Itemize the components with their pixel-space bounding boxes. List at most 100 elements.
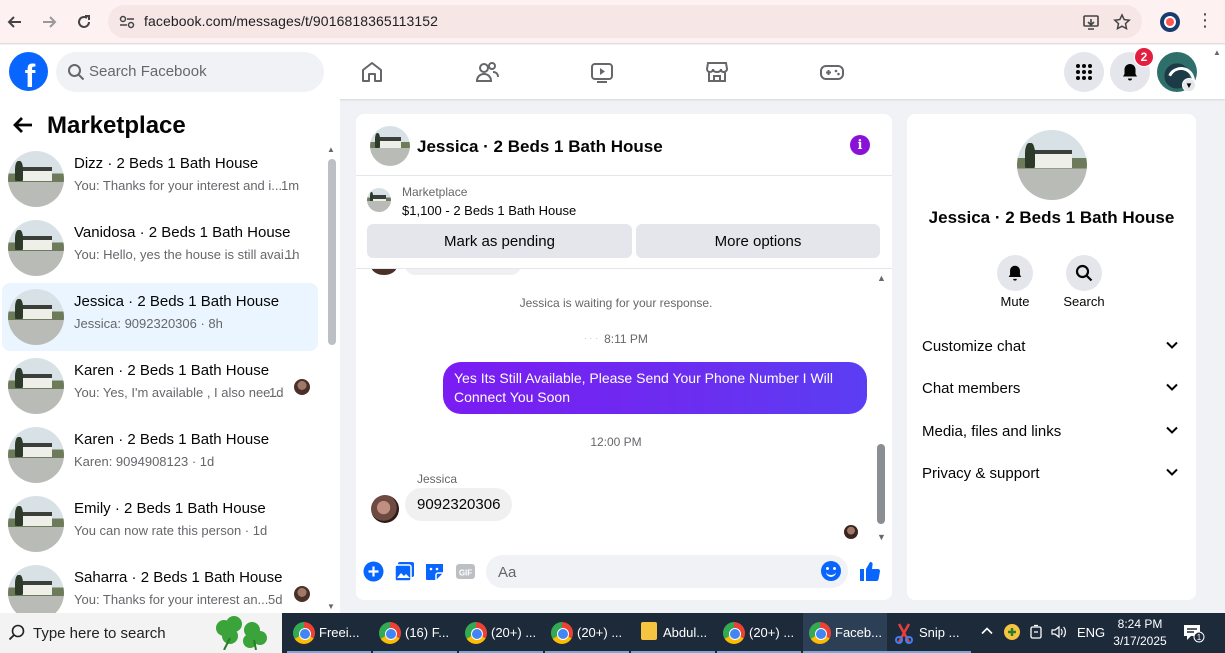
system-clock[interactable]: 8:24 PM 3/17/2025	[1110, 616, 1170, 650]
marketplace-icon[interactable]	[702, 57, 732, 87]
taskbar-app-chrome[interactable]: (16) F...	[373, 613, 457, 653]
sender-avatar[interactable]	[371, 495, 399, 523]
bookmark-star-icon[interactable]	[1112, 12, 1132, 32]
scroll-up-arrow-icon[interactable]: ▲	[327, 145, 335, 154]
incoming-message-bubble[interactable]: 9092320306	[405, 488, 513, 521]
outgoing-message-bubble[interactable]: Yes Its Still Available, Please Send You…	[443, 362, 867, 414]
search-icon[interactable]	[1066, 255, 1102, 291]
chevron-down-icon	[1166, 383, 1178, 391]
video-icon[interactable]	[587, 57, 617, 87]
scroll-up-arrow-icon[interactable]: ▲	[877, 273, 886, 283]
listing-thumbnail	[8, 427, 64, 483]
customize-chat-section[interactable]: Customize chat	[922, 329, 1182, 365]
chevron-down-icon[interactable]: ▼	[1182, 78, 1196, 92]
taskbar-app-chrome[interactable]: (20+) ...	[459, 613, 543, 653]
notification-center-icon[interactable]: 1	[1183, 623, 1205, 643]
conversation-time: 1d	[269, 385, 284, 400]
conversation-item[interactable]: Vanidosa · 2 Beds 1 Bath House You: Hell…	[2, 214, 318, 282]
scroll-down-arrow-icon[interactable]: ▼	[877, 532, 886, 542]
conversation-item[interactable]: Karen · 2 Beds 1 Bath House You: Yes, I'…	[2, 352, 318, 420]
volume-icon[interactable]	[1050, 624, 1068, 643]
chat-title[interactable]: Jessica · 2 Beds 1 Bath House	[417, 137, 663, 157]
conversation-item-active[interactable]: Jessica · 2 Beds 1 Bath House Jessica: 9…	[2, 283, 318, 351]
media-files-links-section[interactable]: Media, files and links	[922, 414, 1182, 450]
listing-thumbnail[interactable]	[367, 188, 391, 212]
info-icon[interactable]: i	[850, 135, 870, 155]
conversation-snippet: You can now rate this person · 1d	[74, 523, 268, 538]
taskbar-app-snipping-tool[interactable]: Snip ...	[887, 613, 971, 653]
browser-menu-icon[interactable]: ⋮	[1196, 10, 1214, 31]
menu-grid-icon[interactable]	[1064, 52, 1104, 92]
mute-bell-icon[interactable]	[997, 255, 1033, 291]
conversation-item[interactable]: Saharra · 2 Beds 1 Bath House You: Thank…	[2, 559, 318, 613]
photo-icon[interactable]	[393, 560, 415, 582]
search-label[interactable]: Search	[1054, 294, 1114, 309]
tray-app-icon[interactable]	[1003, 623, 1021, 644]
emoji-icon[interactable]	[821, 561, 841, 581]
site-info-icon[interactable]	[118, 13, 136, 31]
language-indicator[interactable]: ENG	[1077, 625, 1105, 640]
listing-thumbnail	[8, 151, 64, 207]
conversation-list-scrollbar[interactable]	[328, 159, 336, 345]
chrome-icon	[809, 622, 831, 644]
mute-label[interactable]: Mute	[985, 294, 1045, 309]
reload-icon[interactable]	[72, 10, 96, 34]
friends-icon[interactable]	[472, 57, 502, 87]
back-arrow-icon[interactable]	[3, 10, 27, 34]
conversation-time: 5d	[268, 592, 283, 607]
notification-count: 1	[1197, 633, 1202, 642]
chrome-icon	[551, 622, 573, 644]
chat-details-name: Jessica · 2 Beds 1 Bath House	[928, 208, 1175, 227]
conversation-item[interactable]: Emily · 2 Beds 1 Bath House You can now …	[2, 490, 318, 558]
more-options-button[interactable]: More options	[636, 224, 880, 258]
section-label: Media, files and links	[922, 423, 1062, 440]
chrome-icon	[723, 622, 745, 644]
message-input[interactable]: Aa	[486, 555, 848, 588]
message-scrollbar[interactable]	[877, 444, 885, 524]
facebook-search[interactable]: Search Facebook	[56, 52, 324, 92]
privacy-support-section[interactable]: Privacy & support	[922, 456, 1182, 492]
battery-icon[interactable]	[1028, 624, 1044, 643]
browser-toolbar: facebook.com/messages/t/9016818365113152…	[0, 0, 1225, 44]
chevron-down-icon	[1166, 468, 1178, 476]
install-app-icon[interactable]	[1081, 12, 1101, 32]
taskbar-app-chrome[interactable]: (20+) ...	[717, 613, 801, 653]
scroll-down-arrow-icon[interactable]: ▼	[327, 602, 335, 611]
chevron-up-icon[interactable]	[980, 624, 994, 641]
waiting-status-text: Jessica is waiting for your response.	[519, 296, 713, 310]
sticker-icon[interactable]	[423, 560, 445, 582]
conversation-name: Saharra · 2 Beds 1 Bath House	[74, 569, 283, 586]
taskbar-app-chrome[interactable]: (20+) ...	[545, 613, 629, 653]
add-plus-icon[interactable]	[362, 560, 384, 582]
message-thread: Jessica is waiting for your response. ··…	[356, 269, 892, 547]
taskbar-app-chrome-active[interactable]: Faceb...	[803, 613, 887, 653]
section-label: Customize chat	[922, 338, 1026, 355]
facebook-logo-icon[interactable]: f	[9, 52, 48, 91]
taskbar-app-chrome[interactable]: Freei...	[287, 613, 371, 653]
url-text[interactable]: facebook.com/messages/t/9016818365113152	[144, 13, 438, 29]
home-icon[interactable]	[357, 57, 387, 87]
facebook-top-nav: f Search Facebook 2 ▼	[0, 45, 1225, 99]
mark-as-pending-button[interactable]: Mark as pending	[367, 224, 632, 258]
chat-members-section[interactable]: Chat members	[922, 371, 1182, 407]
address-bar[interactable]: facebook.com/messages/t/9016818365113152	[108, 5, 1142, 38]
conversation-snippet: Jessica: 9092320306 · 8h	[74, 316, 223, 331]
conversation-name: Jessica · 2 Beds 1 Bath House	[74, 293, 280, 310]
taskbar-app-file-explorer[interactable]: Abdul...	[631, 613, 715, 653]
gaming-icon[interactable]	[817, 57, 847, 87]
back-arrow-icon[interactable]	[12, 115, 34, 141]
conversation-time: 1h	[285, 247, 300, 262]
extension-icon[interactable]	[1160, 12, 1180, 32]
page-scroll-up-arrow-icon[interactable]: ▲	[1213, 48, 1221, 57]
taskbar-search[interactable]: Type here to search	[0, 613, 282, 653]
gif-icon[interactable]: GIF	[454, 560, 476, 582]
windows-taskbar: Type here to search Freei... (16) F... (…	[0, 613, 1225, 653]
listing-price[interactable]: $1,100 - 2 Beds 1 Bath House	[402, 203, 576, 218]
thumbs-up-icon[interactable]	[859, 560, 881, 582]
conversation-item[interactable]: Karen · 2 Beds 1 Bath House Karen: 90949…	[2, 421, 318, 489]
listing-banner: Marketplace $1,100 - 2 Beds 1 Bath House…	[356, 177, 892, 269]
forward-arrow-icon[interactable]	[37, 10, 61, 34]
chat-avatar[interactable]	[370, 126, 410, 166]
conversation-snippet: You: Hello, yes the house is still avai.…	[74, 247, 295, 262]
conversation-item[interactable]: Dizz · 2 Beds 1 Bath House You: Thanks f…	[2, 145, 318, 213]
